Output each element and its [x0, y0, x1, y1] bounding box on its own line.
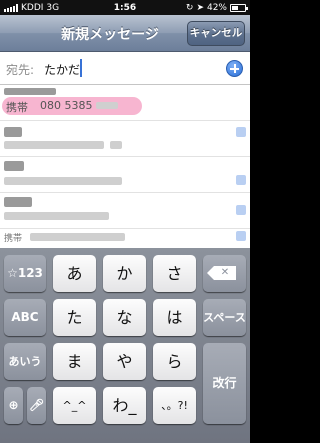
location-icon: ➤ [196, 2, 204, 13]
globe-icon: ⊕ [8, 398, 19, 412]
blurred-name [4, 197, 32, 207]
signal-icon [4, 3, 18, 12]
clock: 1:56 [113, 2, 137, 13]
phone-number: 080 5385 [40, 99, 93, 112]
key-a[interactable]: あ [53, 255, 96, 292]
status-left: KDDI 3G [4, 3, 84, 13]
japanese-keyboard: ☆123 あ か さ ✕ ABC た な は スペース あいう ま や ら 改行… [0, 248, 250, 443]
dictation-key[interactable]: 🎤︎ [27, 387, 46, 424]
blurred-text [96, 102, 118, 109]
blurred-tag [236, 231, 246, 241]
key-ra[interactable]: ら [153, 343, 196, 380]
rotation-lock-icon: ↻ [185, 2, 194, 13]
suggestion-row[interactable] [0, 121, 250, 157]
cancel-button[interactable]: キャンセル [187, 21, 245, 46]
kana-mode-key[interactable]: あいう [4, 343, 46, 380]
recipient-field[interactable]: 宛先: たかだ [0, 52, 250, 85]
backspace-key[interactable]: ✕ [203, 255, 246, 292]
suggestion-row[interactable]: 携帯 [0, 229, 250, 248]
blurred-name [4, 127, 22, 137]
phone-label: 携帯 [4, 234, 23, 244]
microphone-icon: 🎤︎ [28, 398, 45, 412]
navigation-bar: 新規メッセージ キャンセル [0, 15, 250, 52]
key-ha[interactable]: は [153, 299, 196, 336]
blurred-text [4, 141, 104, 149]
key-ka[interactable]: か [103, 255, 146, 292]
backspace-icon: ✕ [207, 266, 236, 280]
text-cursor [80, 59, 82, 77]
carrier-label: KDDI [21, 2, 44, 13]
status-right: ↻ ➤ 42% [166, 2, 248, 13]
blurred-tag [236, 175, 246, 185]
page-title: 新規メッセージ [61, 27, 159, 43]
blurred-text [4, 177, 122, 185]
blurred-tag [236, 205, 246, 215]
suggestion-row[interactable]: 携帯 080 5385 [0, 85, 250, 121]
network-label: 3G [46, 2, 60, 13]
key-punctuation[interactable]: 、。?! [153, 387, 196, 424]
key-ma[interactable]: ま [53, 343, 96, 380]
suggestion-row[interactable] [0, 157, 250, 193]
blurred-text [4, 212, 109, 220]
blurred-text [110, 141, 122, 149]
battery-percent: 42% [206, 2, 227, 13]
key-emoticon[interactable]: ^_^ [53, 387, 96, 424]
return-key[interactable]: 改行 [203, 343, 246, 424]
symbol-mode-key[interactable]: ☆123 [4, 255, 46, 292]
battery-icon [230, 3, 248, 12]
blurred-name [4, 88, 56, 95]
key-ta[interactable]: た [53, 299, 96, 336]
alphabet-mode-key[interactable]: ABC [4, 299, 46, 336]
key-ya[interactable]: や [103, 343, 146, 380]
contact-suggestions: 携帯 080 5385 携帯 [0, 85, 250, 248]
blurred-tag [236, 127, 246, 137]
blurred-text [30, 233, 125, 241]
suggestion-row[interactable] [0, 193, 250, 229]
key-wa[interactable]: わ_ [103, 387, 146, 424]
blurred-name [4, 161, 24, 171]
globe-key[interactable]: ⊕ [4, 387, 23, 424]
recipient-input[interactable]: たかだ [44, 61, 80, 78]
add-contact-button[interactable] [226, 60, 243, 77]
key-sa[interactable]: さ [153, 255, 196, 292]
status-bar: KDDI 3G 1:56 ↻ ➤ 42% [0, 0, 250, 15]
recipient-label: 宛先: [6, 63, 35, 77]
space-key[interactable]: スペース [203, 299, 246, 336]
key-na[interactable]: な [103, 299, 146, 336]
phone-label: 携帯 [6, 101, 28, 114]
